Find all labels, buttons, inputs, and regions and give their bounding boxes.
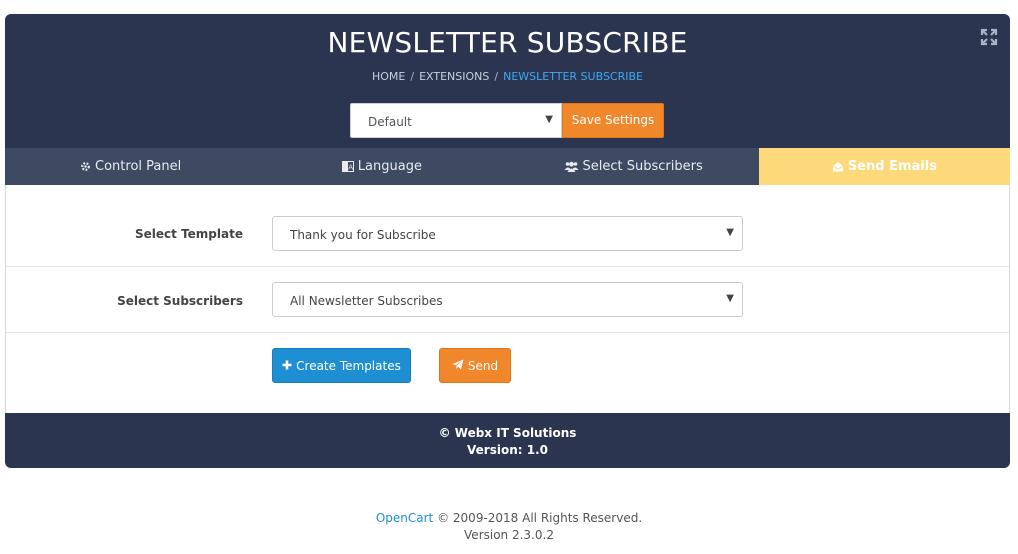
tab-label: Language — [357, 159, 422, 174]
send-button[interactable]: Send — [439, 348, 511, 383]
chevron-down-icon: ▼ — [545, 114, 553, 125]
tab-bar: Control Panel A Language Select Subscrib… — [5, 148, 1010, 185]
store-select[interactable]: Default ▼ — [350, 103, 562, 138]
page-footer-rights: © 2009-2018 All Rights Reserved. — [437, 511, 643, 525]
tab-language[interactable]: A Language — [256, 148, 507, 185]
footer-version: Version: 1.0 — [467, 443, 548, 457]
opencart-link[interactable]: OpenCart — [376, 511, 433, 525]
chevron-down-icon: ▼ — [726, 293, 734, 304]
create-templates-button[interactable]: Create Templates — [272, 348, 411, 383]
save-settings-button[interactable]: Save Settings — [562, 103, 664, 138]
cog-icon — [80, 161, 91, 172]
tab-label: Select Subscribers — [582, 159, 703, 174]
svg-text:A: A — [348, 163, 353, 171]
tab-label: Control Panel — [95, 159, 182, 174]
form-row-template: Select Template Thank you for Subscribe … — [6, 185, 1009, 267]
breadcrumb-separator: / — [410, 70, 415, 83]
extension-panel: NEWSLETTER SUBSCRIBE HOME / EXTENSIONS / NEW… — [5, 14, 1010, 468]
chevron-down-icon: ▼ — [726, 227, 734, 238]
envelope-icon — [832, 161, 844, 172]
breadcrumb-current[interactable]: NEWSLETTER SUBSCRIBE — [503, 70, 643, 83]
tab-select-subscribers[interactable]: Select Subscribers — [508, 148, 759, 185]
tab-send-emails[interactable]: Send Emails — [758, 148, 1010, 185]
page-footer: OpenCart © 2009-2018 All Rights Reserved… — [0, 510, 1018, 544]
tab-control-panel[interactable]: Control Panel — [5, 148, 256, 185]
page-footer-line: OpenCart © 2009-2018 All Rights Reserved… — [0, 510, 1018, 527]
breadcrumb-separator: / — [494, 70, 499, 83]
page-footer-version: Version 2.3.0.2 — [464, 528, 554, 542]
template-select-value: Thank you for Subscribe — [290, 228, 436, 242]
form-row-subscribers: Select Subscribers All Newsletter Subscr… — [6, 267, 1009, 333]
footer-copyright: © Webx IT Solutions — [438, 426, 577, 440]
panel-header: NEWSLETTER SUBSCRIBE HOME / EXTENSIONS / NEW… — [5, 14, 1010, 148]
form-row-actions: Create Templates Send — [6, 333, 1009, 413]
store-select-value: Default — [368, 115, 412, 129]
send-label: Send — [467, 358, 499, 373]
template-select[interactable]: Thank you for Subscribe ▼ — [272, 216, 743, 251]
template-label: Select Template — [135, 227, 243, 241]
tab-label: Send Emails — [847, 159, 937, 174]
paper-plane-icon — [452, 359, 464, 373]
subscribers-select-value: All Newsletter Subscribes — [290, 294, 443, 308]
users-icon — [564, 161, 579, 172]
breadcrumb: HOME / EXTENSIONS / NEWSLETTER SUBSCRIBE — [5, 70, 1010, 83]
page-title: NEWSLETTER SUBSCRIBE — [327, 26, 688, 59]
language-icon: A — [341, 161, 354, 172]
breadcrumb-extensions[interactable]: EXTENSIONS — [419, 70, 489, 83]
panel-footer: © Webx IT Solutions Version: 1.0 — [5, 413, 1010, 468]
create-templates-label: Create Templates — [296, 358, 401, 373]
send-emails-form: Select Template Thank you for Subscribe … — [5, 185, 1010, 413]
expand-icon[interactable] — [980, 28, 998, 46]
subscribers-select[interactable]: All Newsletter Subscribes ▼ — [272, 282, 743, 317]
plus-icon — [282, 359, 292, 373]
subscribers-label: Select Subscribers — [117, 294, 243, 308]
breadcrumb-home[interactable]: HOME — [372, 70, 405, 83]
